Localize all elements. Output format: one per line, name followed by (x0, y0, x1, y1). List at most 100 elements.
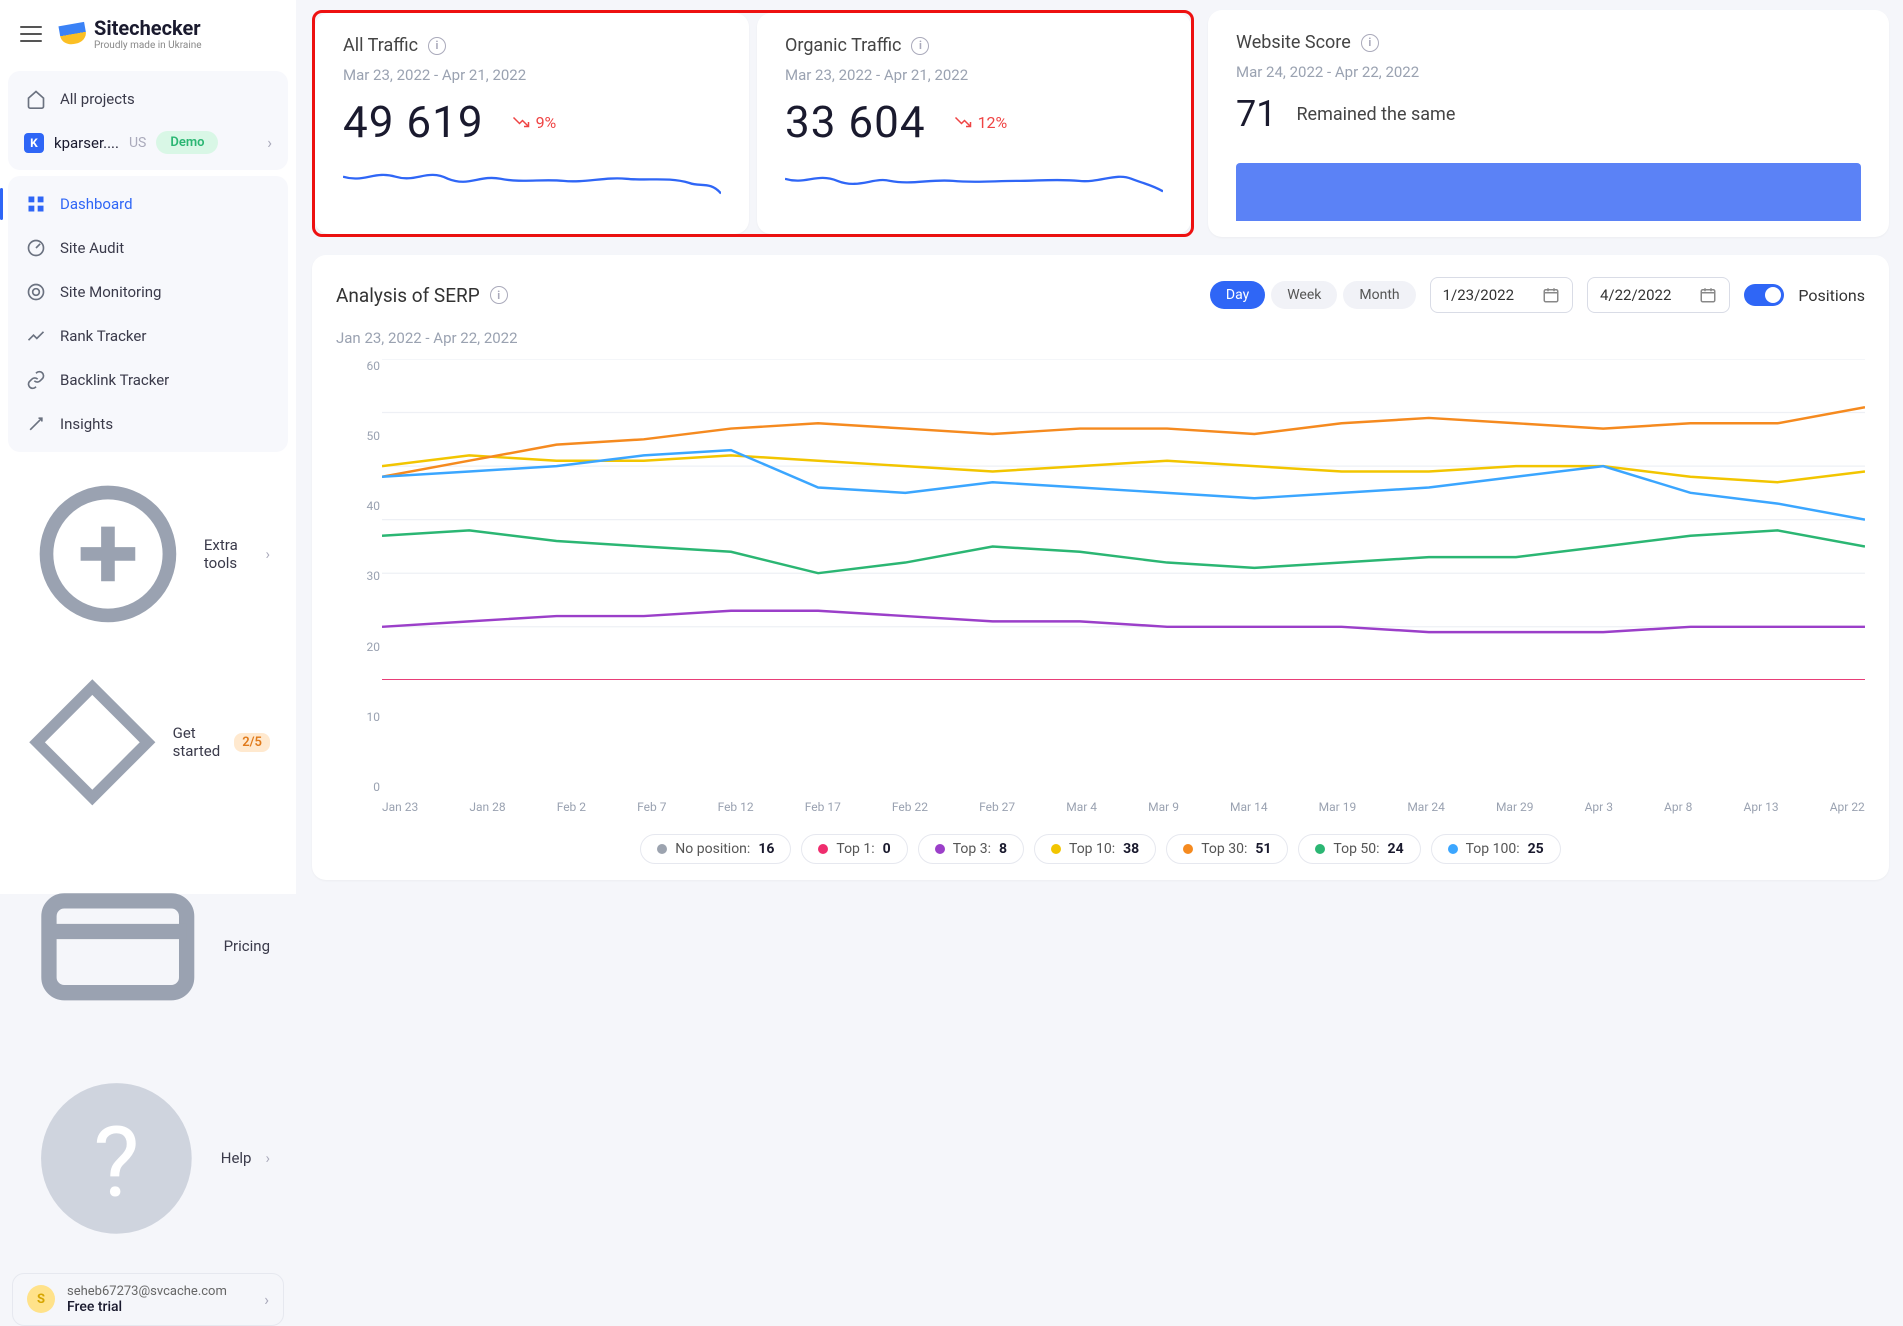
user-plan: Free trial (67, 1299, 227, 1315)
serp-header: Analysis of SERP i Day Week Month 1/23/2… (336, 277, 1865, 313)
avatar: S (27, 1285, 55, 1313)
plus-circle-icon (26, 472, 190, 636)
metric-delta: 12% (978, 113, 1008, 132)
progress-badge: 2/5 (234, 733, 270, 752)
segment-week[interactable]: Week (1271, 281, 1337, 309)
metric-title-text: Organic Traffic (785, 35, 901, 56)
logo-text: Sitechecker (94, 16, 202, 40)
sidebar-item-label: Site Audit (60, 239, 124, 257)
sidebar-item-backlink-tracker[interactable]: Backlink Tracker (8, 358, 288, 402)
metric-cards-row: All Traffic i Mar 23, 2022 - Apr 21, 202… (312, 10, 1889, 237)
card-icon (26, 855, 210, 1039)
segment-month[interactable]: Month (1343, 281, 1415, 309)
legend-item[interactable]: Top 50: 24 (1298, 834, 1420, 864)
sidebar-item-site-monitoring[interactable]: Site Monitoring (8, 270, 288, 314)
date-from-input[interactable]: 1/23/2022 (1430, 277, 1573, 313)
calendar-icon (1542, 286, 1560, 304)
card-website-score[interactable]: Website Score i Mar 24, 2022 - Apr 22, 2… (1208, 10, 1889, 237)
date-to-input[interactable]: 4/22/2022 (1587, 277, 1730, 313)
time-segment: Day Week Month (1210, 281, 1416, 309)
segment-day[interactable]: Day (1210, 281, 1265, 309)
sidebar-item-pricing[interactable]: Pricing (8, 843, 288, 1051)
metric-range: Mar 24, 2022 - Apr 22, 2022 (1236, 63, 1861, 81)
card-organic-traffic[interactable]: Organic Traffic i Mar 23, 2022 - Apr 21,… (757, 13, 1191, 234)
legend-item[interactable]: Top 10: 38 (1034, 834, 1156, 864)
trend-down-icon (954, 115, 972, 129)
info-icon[interactable]: i (1361, 34, 1379, 52)
sidebar-item-label: Backlink Tracker (60, 371, 169, 389)
sidebar-item-label: All projects (60, 90, 135, 108)
metric-trend: 9% (512, 113, 557, 132)
chevron-right-icon: › (264, 1290, 269, 1309)
chevron-right-icon: › (265, 1149, 270, 1167)
legend-item[interactable]: Top 100: 25 (1431, 834, 1561, 864)
sidebar-item-label: Rank Tracker (60, 327, 146, 345)
demo-badge: Demo (156, 131, 218, 154)
main-nav: Dashboard Site Audit Site Monitoring Ran… (8, 176, 288, 452)
info-icon[interactable]: i (911, 37, 929, 55)
menu-icon[interactable] (20, 26, 42, 42)
legend-item[interactable]: Top 30: 51 (1166, 834, 1288, 864)
metric-trend: 12% (954, 113, 1008, 132)
user-card[interactable]: S seheb67273@svcache.com Free trial › (12, 1273, 284, 1326)
metric-title: All Traffic i (343, 35, 721, 56)
sidebar-item-all-projects[interactable]: All projects (8, 77, 288, 121)
metric-range: Mar 23, 2022 - Apr 21, 2022 (785, 66, 1163, 84)
project-avatar-icon: K (24, 133, 44, 153)
help-icon: ? (26, 1068, 207, 1249)
metric-delta: 9% (536, 113, 557, 132)
card-all-traffic[interactable]: All Traffic i Mar 23, 2022 - Apr 21, 202… (315, 13, 749, 234)
info-icon[interactable]: i (428, 37, 446, 55)
gauge-icon (26, 238, 46, 258)
sparkline (343, 162, 721, 204)
sparkline (785, 162, 1163, 204)
metric-value: 71 (1236, 93, 1276, 135)
serp-range: Jan 23, 2022 - Apr 22, 2022 (336, 329, 1865, 347)
project-block: All projects K kparser.... US Demo › (8, 71, 288, 170)
sidebar-item-label: Extra tools (204, 536, 252, 572)
highlighted-metrics: All Traffic i Mar 23, 2022 - Apr 21, 202… (312, 10, 1194, 237)
link-icon (26, 370, 46, 390)
wand-icon (26, 414, 46, 434)
sidebar-item-get-started[interactable]: Get started 2/5 (8, 662, 288, 823)
legend-item[interactable]: No position: 16 (640, 834, 791, 864)
chart-x-axis: Jan 23Jan 28Feb 2Feb 7Feb 12Feb 17Feb 22… (382, 800, 1865, 822)
metric-title-text: Website Score (1236, 32, 1351, 53)
sidebar-item-site-audit[interactable]: Site Audit (8, 226, 288, 270)
sidebar-project-selector[interactable]: K kparser.... US Demo › (8, 121, 288, 164)
sidebar-item-dashboard[interactable]: Dashboard (8, 182, 288, 226)
sidebar-item-label: Help (221, 1149, 252, 1167)
metric-title: Organic Traffic i (785, 35, 1163, 56)
sidebar: Sitechecker Proudly made in Ukraine All … (0, 0, 296, 894)
sidebar-item-label: Pricing (224, 937, 270, 955)
metric-range: Mar 23, 2022 - Apr 21, 2022 (343, 66, 721, 84)
score-bar (1236, 163, 1861, 221)
positions-toggle[interactable] (1744, 284, 1784, 306)
user-email: seheb67273@svcache.com (67, 1284, 227, 1299)
logo[interactable]: Sitechecker Proudly made in Ukraine (60, 16, 202, 51)
legend-item[interactable]: Top 3: 8 (918, 834, 1024, 864)
home-icon (26, 89, 46, 109)
legend-item[interactable]: Top 1: 0 (801, 834, 907, 864)
chart-y-axis: 6050403020100 (336, 359, 380, 794)
info-icon[interactable]: i (490, 286, 508, 304)
svg-text:?: ? (93, 1105, 139, 1220)
sidebar-item-extra-tools[interactable]: Extra tools › (8, 458, 288, 650)
chart-legend: No position: 16 Top 1: 0 Top 3: 8 Top 10: 3… (336, 834, 1865, 864)
sidebar-item-insights[interactable]: Insights (8, 402, 288, 446)
sidebar-item-rank-tracker[interactable]: Rank Tracker (8, 314, 288, 358)
date-to-value: 4/22/2022 (1600, 286, 1671, 304)
logo-mark-icon (58, 21, 87, 45)
sidebar-item-label: Dashboard (60, 195, 133, 213)
metric-value: 33 604 (785, 96, 926, 148)
sidebar-item-label: Insights (60, 415, 113, 433)
project-name: kparser.... (54, 134, 119, 152)
diamond-icon (26, 676, 159, 809)
logo-tagline: Proudly made in Ukraine (94, 40, 202, 51)
metric-status: Remained the same (1296, 104, 1455, 125)
card-serp-analysis: Analysis of SERP i Day Week Month 1/23/2… (312, 255, 1889, 880)
sidebar-item-help[interactable]: ? Help › (8, 1056, 288, 1261)
serp-chart: 6050403020100 Jan 23Jan 28Feb 2Feb 7Feb … (336, 359, 1865, 822)
sidebar-item-label: Get started (173, 724, 221, 760)
project-locale: US (129, 135, 146, 151)
